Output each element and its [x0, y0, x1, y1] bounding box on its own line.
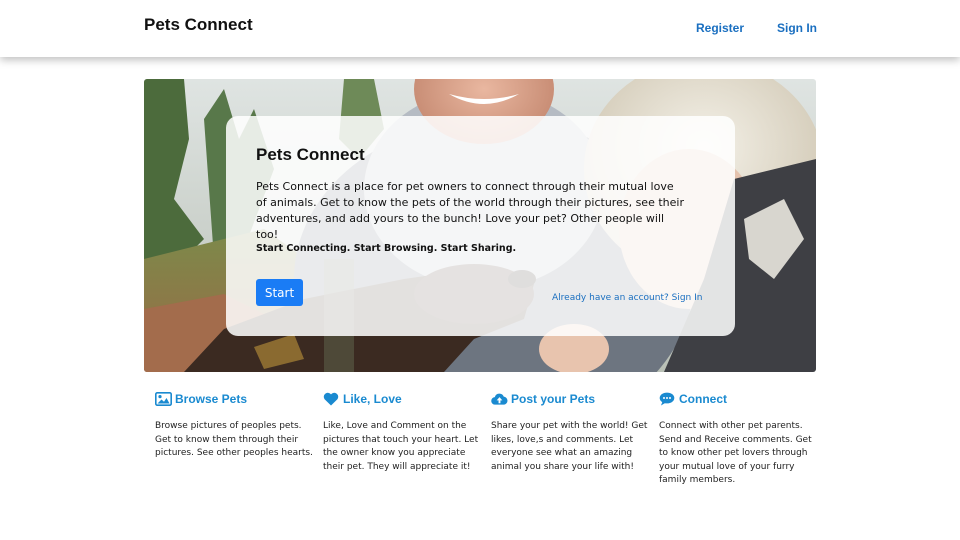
cloud-upload-icon: [491, 392, 508, 407]
feature-browse-pets: Browse Pets Browse pictures of peoples p…: [155, 390, 315, 461]
heart-icon: [323, 392, 340, 407]
signin-link[interactable]: Sign In: [777, 21, 817, 35]
feature-text: Share your pet with the world! Get likes…: [491, 421, 648, 472]
feature-text: Browse pictures of peoples pets. Get to …: [155, 421, 313, 458]
hero-card: Pets Connect Pets Connect is a place for…: [226, 116, 735, 336]
feature-title: Post your Pets: [511, 392, 596, 406]
feature-title: Connect: [679, 392, 727, 406]
hero-tagline: Start Connecting. Start Browsing. Start …: [256, 243, 517, 254]
feature-connect: Connect Connect with other pet parents. …: [659, 390, 819, 488]
hero-description: Pets Connect is a place for pet owners t…: [256, 180, 684, 241]
feature-text: Connect with other pet parents. Send and…: [659, 421, 812, 485]
chat-bubble-icon: [659, 392, 676, 407]
image-icon: [155, 392, 172, 407]
top-navbar: Pets Connect Register Sign In: [0, 0, 960, 57]
hero-title: Pets Connect: [256, 145, 365, 164]
feature-title: Like, Love: [343, 392, 402, 406]
feature-title: Browse Pets: [175, 392, 248, 406]
brand-logo-text[interactable]: Pets Connect: [144, 15, 253, 35]
already-have-account-signin-link[interactable]: Already have an account? Sign In: [552, 293, 702, 303]
feature-post-your-pets: Post your Pets Share your pet with the w…: [491, 390, 651, 474]
feature-text: Like, Love and Comment on the pictures t…: [323, 421, 479, 472]
register-link[interactable]: Register: [696, 21, 744, 35]
start-button[interactable]: Start: [256, 279, 303, 306]
feature-like-love: Like, Love Like, Love and Comment on the…: [323, 390, 483, 474]
